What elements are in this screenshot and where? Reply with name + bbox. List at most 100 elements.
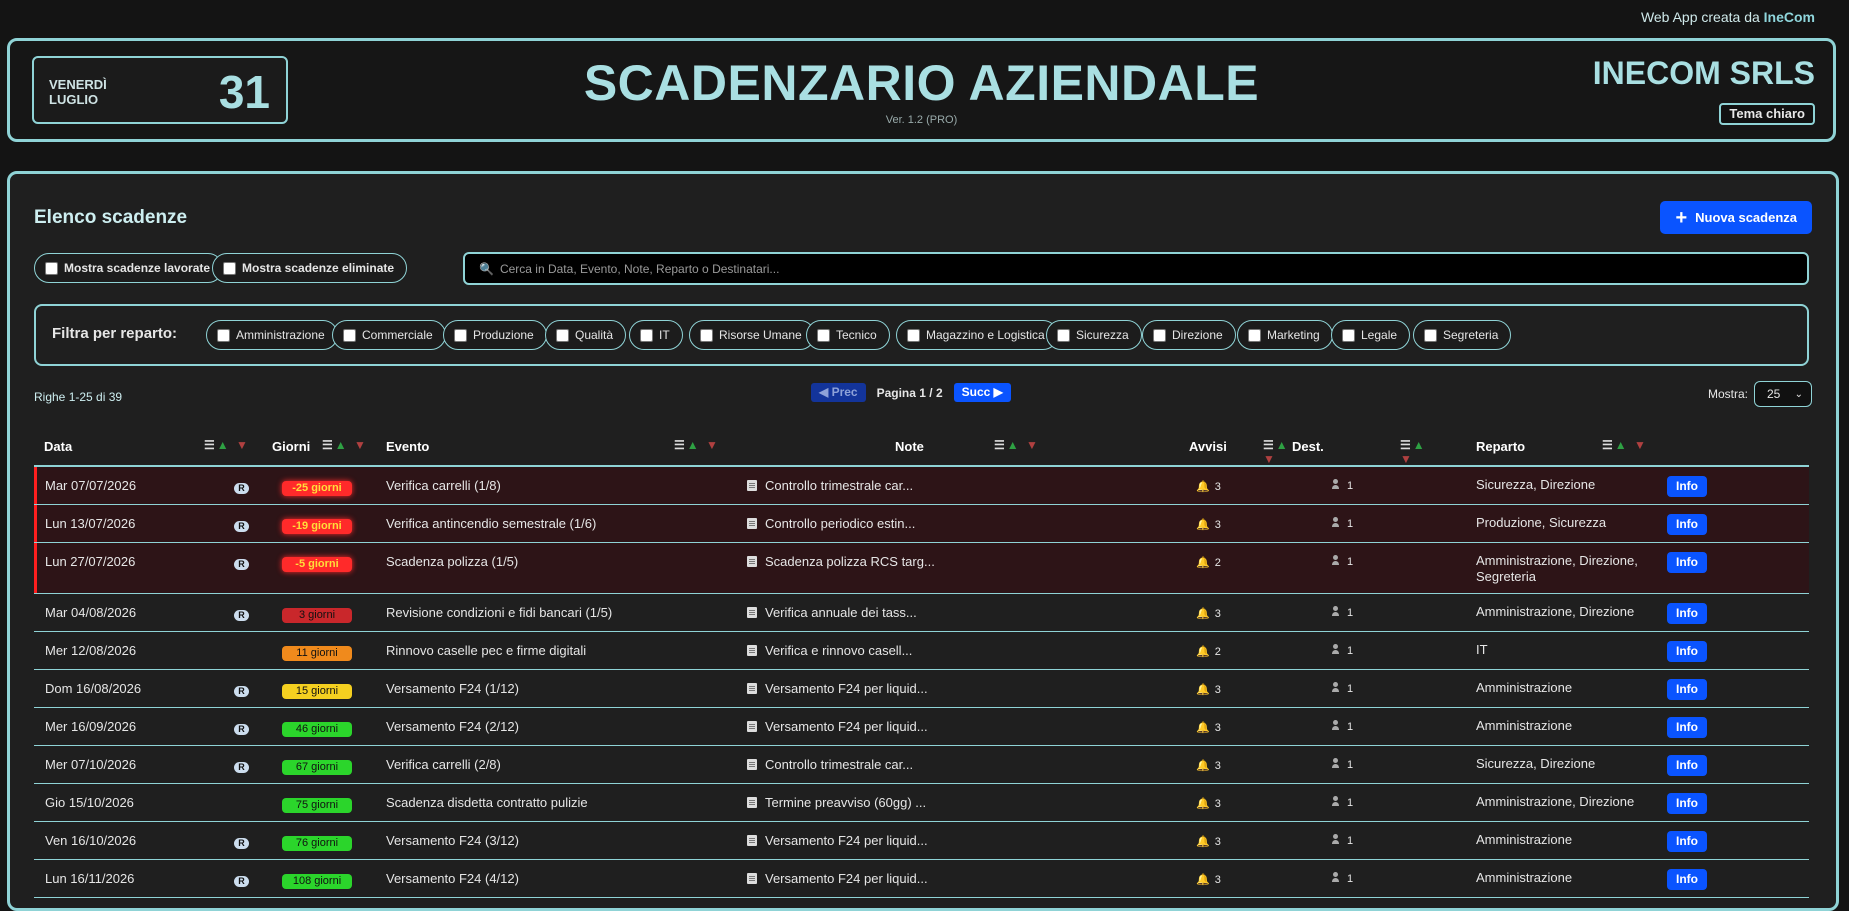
- filter-checkbox[interactable]: [700, 328, 713, 342]
- filter-checkbox[interactable]: [454, 328, 467, 342]
- col-giorni[interactable]: Giorni ☰▲ ▼: [270, 429, 402, 467]
- info-button[interactable]: Info: [1667, 552, 1707, 573]
- deleted-checkbox[interactable]: [223, 261, 236, 275]
- col-evento[interactable]: Evento ☰▲ ▼: [386, 429, 753, 467]
- filter-risorse-umane[interactable]: Risorse Umane: [689, 320, 815, 350]
- table-row[interactable]: Dom 16/08/2026 R 15 giorni Versamento F24 (…: [34, 669, 1809, 708]
- table-row[interactable]: Mer 12/08/2026 11 giorni Rinnovo caselle p…: [34, 631, 1809, 670]
- table-row[interactable]: Lun 16/11/2026 R 108 giorni Versamento F24 …: [34, 859, 1809, 898]
- filter-checkbox[interactable]: [1424, 328, 1437, 342]
- next-page-button[interactable]: Succ ▶: [953, 383, 1011, 402]
- note-icon: [747, 759, 757, 770]
- sort-icon[interactable]: ☰▲ ▼: [1602, 438, 1648, 452]
- table-header-row: Data ☰▲ ▼ Giorni ☰▲ ▼ Evento ☰▲ ▼ Note ☰▲ ▼ …: [34, 429, 1809, 467]
- row-date: Lun 13/07/2026: [45, 516, 136, 531]
- cell-event: Verifica carrelli (1/8): [386, 466, 753, 505]
- filter-checkbox[interactable]: [1248, 328, 1261, 342]
- cell-days: 3 giorni: [270, 593, 402, 632]
- filter-marketing[interactable]: Marketing: [1237, 320, 1333, 350]
- table-row[interactable]: Ven 16/10/2026 R 76 giorni Versamento F24 (…: [34, 821, 1809, 860]
- row-event: Scadenza polizza (1/5): [386, 554, 519, 569]
- app-header: VENERDÌ LUGLIO 31 SCADENZARIO AZIENDALE …: [7, 38, 1836, 142]
- row-dept: Sicurezza, Direzione: [1476, 477, 1596, 492]
- table-row[interactable]: Mer 07/10/2026 R 67 giorni Verifica carrell…: [34, 745, 1809, 784]
- info-button[interactable]: Info: [1667, 717, 1707, 738]
- info-button[interactable]: Info: [1667, 476, 1707, 497]
- filter-checkbox[interactable]: [1342, 328, 1355, 342]
- filter-checkbox[interactable]: [556, 328, 569, 342]
- sort-icon[interactable]: ☰▲ ▼: [994, 438, 1040, 452]
- info-button[interactable]: Info: [1667, 514, 1707, 535]
- row-note: Verifica e rinnovo casell...: [765, 643, 913, 658]
- filter-checkbox[interactable]: [217, 328, 230, 342]
- info-button[interactable]: Info: [1667, 831, 1707, 852]
- toggle-deleted-deadlines[interactable]: Mostra scadenze eliminate: [212, 253, 408, 283]
- filter-checkbox[interactable]: [907, 328, 920, 342]
- search-input[interactable]: 🔍 Cerca in Data, Evento, Note, Reparto o…: [463, 252, 1809, 285]
- table-row[interactable]: Gio 15/10/2026 75 giorni Scadenza disdetta…: [34, 783, 1809, 822]
- cell-dest: 1: [1253, 542, 1437, 594]
- table-row[interactable]: Lun 27/07/2026 R -5 giorni Scadenza polizza…: [34, 542, 1809, 594]
- bell-icon: 🔔: [1196, 874, 1210, 886]
- row-dept: Amministrazione: [1476, 680, 1573, 695]
- info-button[interactable]: Info: [1667, 869, 1707, 890]
- info-button[interactable]: Info: [1667, 641, 1707, 662]
- cell-alerts: 🔔 3: [1101, 504, 1253, 543]
- info-button[interactable]: Info: [1667, 603, 1707, 624]
- sort-icon[interactable]: ☰▲ ▼: [204, 438, 250, 452]
- table-row[interactable]: Mar 04/08/2026 R 3 giorni Revisione condizi…: [34, 593, 1809, 632]
- worked-checkbox[interactable]: [45, 261, 58, 275]
- cell-actions: Info: [1661, 466, 1809, 505]
- page-size-select[interactable]: 25 ⌄: [1754, 381, 1812, 407]
- row-dest: 1: [1347, 873, 1354, 885]
- page-title: SCADENZARIO AZIENDALE: [583, 55, 1260, 111]
- row-note: Versamento F24 per liquid...: [765, 871, 928, 886]
- filter-checkbox[interactable]: [640, 328, 653, 342]
- info-button[interactable]: Info: [1667, 755, 1707, 776]
- sort-icon[interactable]: ☰▲ ▼: [1400, 438, 1437, 466]
- filter-checkbox[interactable]: [817, 328, 830, 342]
- filter-checkbox[interactable]: [1057, 328, 1070, 342]
- new-deadline-button[interactable]: + Nuova scadenza: [1660, 201, 1812, 234]
- theme-toggle-button[interactable]: Tema chiaro: [1719, 103, 1815, 125]
- table-row[interactable]: Mer 16/09/2026 R 46 giorni Versamento F24 (…: [34, 707, 1809, 746]
- cell-alerts: 🔔 3: [1101, 783, 1253, 822]
- filter-tecnico[interactable]: Tecnico: [806, 320, 890, 350]
- filter-qualita[interactable]: Qualità: [545, 320, 627, 350]
- col-avvisi[interactable]: Avvisi ☰▲ ▼: [1101, 429, 1288, 467]
- table-row[interactable]: Lun 13/07/2026 R -19 giorni Verifica antinc…: [34, 504, 1809, 543]
- filter-direzione[interactable]: Direzione: [1142, 320, 1236, 350]
- filter-segreteria[interactable]: Segreteria: [1413, 320, 1512, 350]
- filter-commerciale[interactable]: Commerciale: [332, 320, 446, 350]
- days-badge: 75 giorni: [282, 798, 352, 813]
- col-note[interactable]: Note ☰▲ ▼: [753, 429, 1101, 467]
- table-row[interactable]: Mar 07/07/2026 R -25 giorni Verifica carrel…: [34, 466, 1809, 505]
- filter-sicurezza[interactable]: Sicurezza: [1046, 320, 1142, 350]
- col-reparto[interactable]: Reparto ☰▲ ▼: [1437, 429, 1661, 467]
- cell-actions: Info: [1661, 669, 1809, 708]
- filter-chip-label: Tecnico: [836, 328, 877, 342]
- filter-produzione[interactable]: Produzione: [443, 320, 547, 350]
- user-icon: [1332, 872, 1339, 882]
- info-button[interactable]: Info: [1667, 679, 1707, 700]
- cell-dept: Amministrazione: [1437, 707, 1661, 746]
- col-dest[interactable]: Dest. ☰▲ ▼: [1253, 429, 1437, 467]
- filter-it[interactable]: IT: [629, 320, 683, 350]
- filter-amministrazione[interactable]: Amministrazione: [206, 320, 338, 350]
- note-icon: [747, 645, 757, 656]
- row-dept: Amministrazione, Direzione, Segreteria: [1476, 553, 1638, 584]
- row-dept: Sicurezza, Direzione: [1476, 756, 1596, 771]
- prev-page-button[interactable]: ◀ Prec: [811, 383, 866, 402]
- filter-checkbox[interactable]: [1153, 328, 1166, 342]
- filter-magazzino-logistica[interactable]: Magazzino e Logistica: [896, 320, 1058, 350]
- sort-icon[interactable]: ☰▲ ▼: [322, 438, 368, 452]
- sort-icon[interactable]: ☰▲ ▼: [674, 438, 720, 452]
- filter-checkbox[interactable]: [343, 328, 356, 342]
- filter-legale[interactable]: Legale: [1331, 320, 1411, 350]
- toggle-worked-deadlines[interactable]: Mostra scadenze lavorate: [34, 253, 224, 283]
- col-evento-label: Evento: [386, 439, 430, 454]
- info-button[interactable]: Info: [1667, 793, 1707, 814]
- app-credit: Web App creata da IneCom: [1641, 9, 1815, 25]
- row-alerts: 3: [1214, 608, 1221, 620]
- col-data[interactable]: Data ☰▲ ▼: [34, 429, 270, 467]
